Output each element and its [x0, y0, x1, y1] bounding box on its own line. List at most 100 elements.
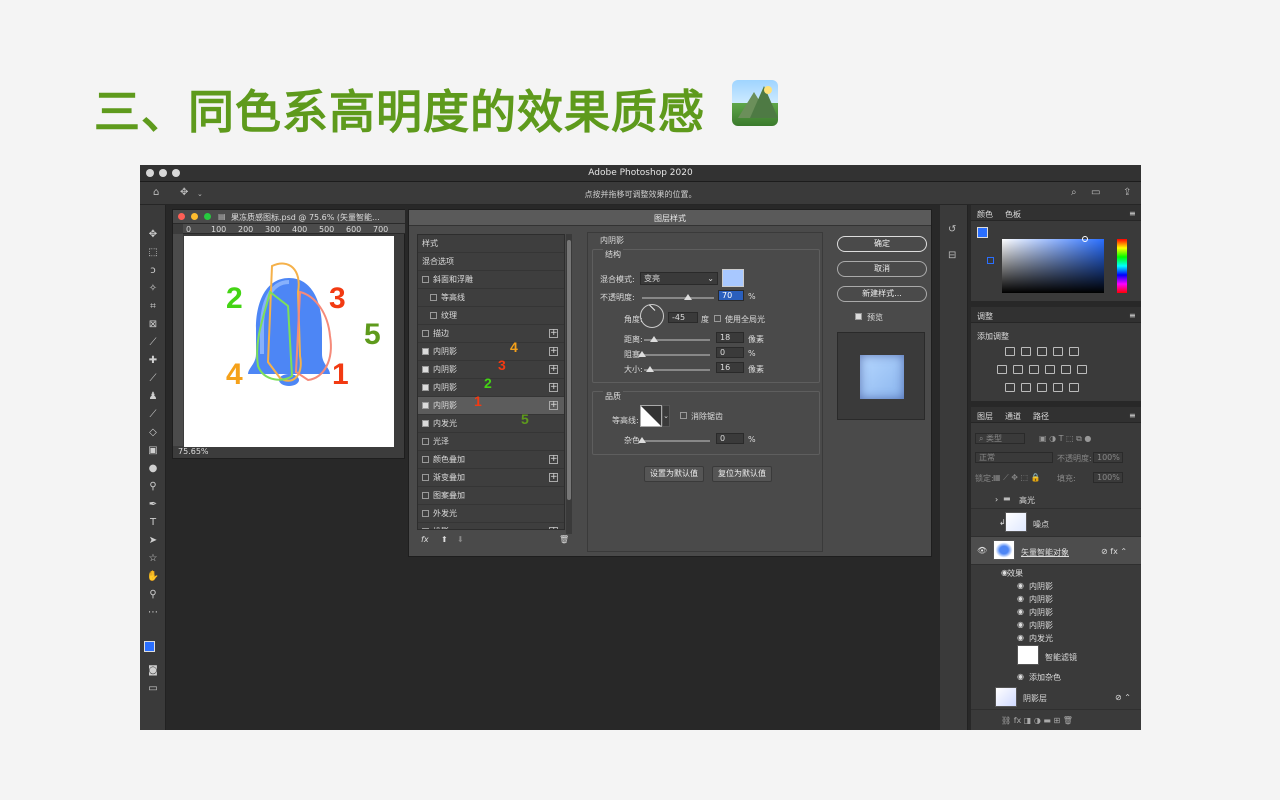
eye-icon[interactable]: ◉	[1017, 672, 1024, 681]
style-checkbox[interactable]	[422, 384, 429, 391]
layer-footer-icons[interactable]: ⛓ fx ◨ ◑ ▬ ⊞ 🗑	[1001, 716, 1073, 725]
add-effect-button[interactable]: +	[549, 455, 558, 464]
set-default-button[interactable]: 设置为默认值	[644, 466, 704, 482]
eye-icon[interactable]: ◉	[1017, 633, 1024, 642]
style-row[interactable]: 等高线	[418, 289, 564, 307]
distance-slider-knob[interactable]	[650, 336, 658, 342]
pen-icon[interactable]: ✒	[145, 498, 161, 512]
eraser-icon[interactable]: ◇	[145, 426, 161, 440]
share-icon[interactable]: ⇪	[1123, 188, 1131, 198]
more-tools-icon[interactable]: ⋯	[145, 606, 161, 620]
hue-slider[interactable]	[1117, 239, 1127, 293]
layer-row-selected[interactable]: 👁 矢量智能对象 ⊘ fx ⌃	[971, 537, 1141, 565]
color-balance-icon[interactable]	[1013, 365, 1023, 374]
doc-zoom-button[interactable]	[204, 213, 211, 220]
opacity-slider[interactable]	[642, 297, 714, 299]
style-checkbox[interactable]	[422, 366, 429, 373]
style-row[interactable]: 颜色叠加 +	[418, 451, 564, 469]
style-row[interactable]: 图案叠加	[418, 487, 564, 505]
chevron-right-icon[interactable]: ›	[995, 495, 998, 504]
search-icon[interactable]: ⌕	[1071, 188, 1077, 198]
doc-minimize-button[interactable]	[191, 213, 198, 220]
style-row[interactable]: 内发光	[418, 415, 564, 433]
style-checkbox[interactable]	[422, 348, 429, 355]
style-checkbox[interactable]	[422, 510, 429, 517]
panel-menu-icon[interactable]: ≡	[1129, 411, 1136, 420]
black-white-icon[interactable]	[1029, 365, 1039, 374]
add-effect-button[interactable]: +	[549, 365, 558, 374]
angle-input[interactable]: -45	[668, 312, 698, 323]
opacity-slider-knob[interactable]	[684, 294, 692, 300]
tab-paths[interactable]: 路径	[1033, 411, 1049, 422]
color-field[interactable]	[1002, 239, 1104, 293]
tab-adjustments[interactable]: 调整	[977, 311, 993, 322]
levels-icon[interactable]	[1021, 347, 1031, 356]
marquee-icon[interactable]: ⬚	[145, 246, 161, 260]
antialias-checkbox[interactable]	[680, 412, 687, 419]
noise-slider[interactable]	[644, 440, 710, 442]
foreground-color-swatch[interactable]	[144, 641, 155, 652]
preview-checkbox[interactable]	[855, 313, 862, 320]
global-light-checkbox[interactable]	[714, 315, 721, 322]
lasso-icon[interactable]: ↄ	[145, 264, 161, 278]
eye-icon[interactable]: ◉	[1017, 581, 1024, 590]
panel-menu-icon[interactable]: ≡	[1129, 209, 1136, 218]
style-row[interactable]: 样式	[418, 235, 564, 253]
brightness-icon[interactable]	[1005, 347, 1015, 356]
style-row[interactable]: 纹理	[418, 307, 564, 325]
style-row[interactable]: 混合选项	[418, 253, 564, 271]
document-tab[interactable]: ▤ 果冻质感图标.psd @ 75.6% (矢量智能...	[173, 210, 405, 224]
layer-row[interactable]: 阴影层 ⊘ ⌃	[971, 684, 1141, 710]
color-lookup-icon[interactable]	[1077, 365, 1087, 374]
style-row[interactable]: 投影 +	[418, 523, 564, 529]
fg-color-swatch[interactable]	[977, 227, 988, 238]
layer-fill-input[interactable]: 100%	[1093, 472, 1123, 483]
style-checkbox[interactable]	[430, 312, 437, 319]
dodge-icon[interactable]: ⚲	[145, 480, 161, 494]
style-checkbox[interactable]	[430, 294, 437, 301]
choke-input[interactable]: 0	[716, 347, 744, 358]
gradient-map-icon[interactable]	[1069, 383, 1079, 392]
stamp-icon[interactable]: ♟	[145, 390, 161, 404]
eye-icon[interactable]: 👁	[977, 546, 987, 555]
eyedropper-icon[interactable]: ⟋	[145, 336, 161, 350]
curves-icon[interactable]	[1037, 347, 1047, 356]
style-list-scroll-thumb[interactable]	[567, 240, 571, 500]
choke-slider-knob[interactable]	[638, 351, 646, 357]
shape-icon[interactable]: ☆	[145, 552, 161, 566]
panel-menu-icon[interactable]: ≡	[1129, 311, 1136, 320]
photo-filter-icon[interactable]	[1045, 365, 1055, 374]
brush-icon[interactable]: ⟋	[145, 372, 161, 386]
chevron-down-icon[interactable]: ⌄	[662, 405, 670, 427]
layer-kind-filter[interactable]: ⌕ 类型	[975, 433, 1025, 444]
style-checkbox[interactable]	[422, 456, 429, 463]
style-row[interactable]: 描边 +	[418, 325, 564, 343]
web-color-icon[interactable]	[987, 257, 994, 264]
fx-icon[interactable]: fx	[421, 535, 429, 544]
move-down-icon[interactable]: ⬇	[457, 535, 464, 544]
eye-icon[interactable]: ◉	[1001, 568, 1008, 577]
size-input[interactable]: 16	[716, 362, 744, 373]
choke-slider[interactable]	[644, 354, 710, 356]
noise-slider-knob[interactable]	[638, 437, 646, 443]
color-picker-cursor[interactable]	[1082, 236, 1088, 242]
eye-icon[interactable]: ◉	[1017, 594, 1024, 603]
add-effect-button[interactable]: +	[549, 401, 558, 410]
add-effect-button[interactable]: +	[549, 347, 558, 356]
opacity-input[interactable]: 70	[718, 290, 744, 301]
path-select-icon[interactable]: ➤	[145, 534, 161, 548]
add-effect-button[interactable]: +	[549, 383, 558, 392]
style-row[interactable]: 内阴影 +	[418, 343, 564, 361]
add-effect-button[interactable]: +	[549, 527, 558, 529]
shadow-color-swatch[interactable]	[722, 269, 744, 287]
type-icon[interactable]: T	[145, 516, 161, 530]
eye-icon[interactable]: ◉	[1017, 607, 1024, 616]
style-checkbox[interactable]	[422, 402, 429, 409]
vibrance-icon[interactable]	[1069, 347, 1079, 356]
hue-saturation-icon[interactable]	[997, 365, 1007, 374]
selective-color-icon[interactable]	[1053, 383, 1063, 392]
exposure-icon[interactable]	[1053, 347, 1063, 356]
threshold-icon[interactable]	[1037, 383, 1047, 392]
style-checkbox[interactable]	[422, 528, 429, 529]
style-checkbox[interactable]	[422, 438, 429, 445]
